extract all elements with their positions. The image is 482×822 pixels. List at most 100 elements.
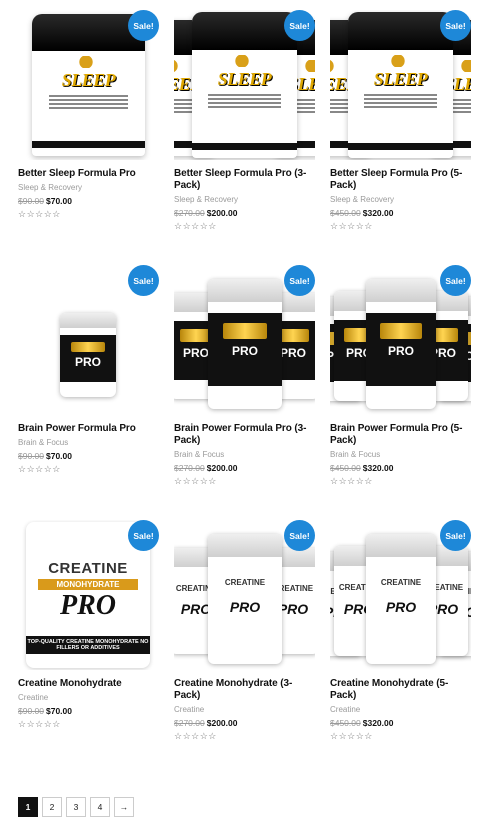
jar-lid [192, 12, 297, 50]
sale-badge: Sale! [284, 265, 315, 296]
original-price: $90.00 [18, 706, 44, 716]
product-card[interactable]: CREATINEPROCREATINEPROCREATINEPROCREATIN… [330, 520, 471, 775]
bottle-cap [366, 534, 436, 558]
product-bottle-image: CREATINE PRO [366, 534, 436, 664]
product-row: SLEEP Sale! Better Sleep Formula Pro Sleep … [18, 10, 478, 265]
product-title[interactable]: Better Sleep Formula Pro (5-Pack) [330, 168, 471, 192]
bottle-gold-stripe [277, 329, 309, 342]
brand-logo-icon [229, 54, 260, 67]
product-title[interactable]: Creatine Monohydrate (3-Pack) [174, 678, 315, 702]
sale-price: $320.00 [362, 463, 394, 473]
label-line [207, 93, 282, 96]
product-title[interactable]: Creatine Monohydrate [18, 678, 159, 690]
product-category[interactable]: Brain & Focus [18, 438, 159, 448]
product-image[interactable]: SLEEPSLEEPSLEEPSale! [174, 10, 315, 160]
page-2-link[interactable]: 2 [42, 797, 62, 817]
product-category[interactable]: Creatine [18, 693, 159, 703]
product-title[interactable]: Better Sleep Formula Pro (3-Pack) [174, 168, 315, 192]
page-1-link[interactable]: 1 [18, 797, 38, 817]
label-line [48, 102, 129, 105]
product-image[interactable]: CREATINEPROCREATINEPROCREATINEPROCREATIN… [330, 520, 471, 670]
page-4-link[interactable]: 4 [90, 797, 110, 817]
product-category[interactable]: Sleep & Recovery [174, 195, 315, 205]
sale-price: $200.00 [206, 208, 238, 218]
star-rating-icon: ☆☆☆☆☆ [18, 464, 61, 474]
brand-logo-icon [174, 60, 189, 73]
sale-badge: Sale! [440, 520, 471, 551]
bottle-cap [208, 534, 282, 558]
product-title[interactable]: Brain Power Formula Pro (5-Pack) [330, 423, 471, 447]
sale-badge: Sale! [128, 520, 159, 551]
product-category[interactable]: Sleep & Recovery [330, 195, 471, 205]
page-3-link[interactable]: 3 [66, 797, 86, 817]
product-price: $90.00 $70.00 [18, 451, 159, 462]
product-image[interactable]: CREATINE PRO CREATINE PRO CREATINE PRO Sale! [174, 520, 315, 670]
product-card[interactable]: PRO Sale! Brain Power Formula Pro Brain & F… [18, 265, 159, 520]
sale-price: $320.00 [362, 718, 394, 728]
jar-band [32, 141, 145, 148]
product-card[interactable]: PROPROPROPROPROSale! Brain Power Formula … [330, 265, 471, 520]
star-rating-icon: ☆☆☆☆☆ [330, 221, 373, 231]
star-rating-icon: ☆☆☆☆☆ [174, 476, 217, 486]
bottle-gold-stripe [180, 329, 212, 342]
product-card[interactable]: SLEEP Sale! Better Sleep Formula Pro Sleep … [18, 10, 159, 265]
original-price: $450.00 [330, 463, 361, 473]
original-price: $270.00 [174, 718, 205, 728]
star-rating-icon: ☆☆☆☆☆ [330, 731, 373, 741]
jar-label-lines [207, 93, 282, 108]
product-category[interactable]: Creatine [174, 705, 315, 715]
product-price: $270.00 $200.00 [174, 718, 315, 729]
product-title[interactable]: Creatine Monohydrate (5-Pack) [330, 678, 471, 702]
product-title[interactable]: Better Sleep Formula Pro [18, 168, 159, 180]
product-image[interactable]: SLEEP Sale! [18, 10, 159, 160]
product-card[interactable]: PRO PRO PRO Sale! Brain Power Formula Pro (3… [174, 265, 315, 520]
product-price: $270.00 $200.00 [174, 208, 315, 219]
label-line [363, 101, 438, 104]
product-card[interactable]: SLEEPSLEEPSLEEPSale! Better Sleep Formula… [330, 10, 471, 265]
original-price: $90.00 [18, 451, 44, 461]
bottle-pro-text: PRO [74, 355, 101, 369]
jar-label-text: SLEEP [61, 69, 116, 90]
bottle-gold-stripe [222, 323, 268, 339]
bottle-pro-text: PRO [229, 599, 261, 615]
product-card[interactable]: CREATINE PRO CREATINE PRO CREATINE PRO Sale! Cr… [174, 520, 315, 775]
product-image[interactable]: PRO PRO PRO Sale! [174, 265, 315, 415]
jar-label-text: SLEEP [217, 68, 272, 89]
sale-badge: Sale! [440, 265, 471, 296]
jar-band [192, 143, 297, 150]
pouch-monohydrate-text: MONOHYDRATE [38, 579, 138, 590]
product-category[interactable]: Creatine [330, 705, 471, 715]
product-image[interactable]: CREATINE MONOHYDRATE PRO TOP-QUALITY CREATI… [18, 520, 159, 670]
sale-price: $70.00 [46, 451, 72, 461]
product-price: $270.00 $200.00 [174, 463, 315, 474]
next-page-arrow-icon[interactable]: → [114, 797, 134, 817]
pouch-creatine-text: CREATINE [48, 560, 128, 577]
sale-badge: Sale! [440, 10, 471, 41]
product-card[interactable]: CREATINE MONOHYDRATE PRO TOP-QUALITY CREATI… [18, 520, 159, 775]
jar-lid [348, 12, 453, 50]
product-image[interactable]: SLEEPSLEEPSLEEPSale! [330, 10, 471, 160]
product-price: $450.00 $320.00 [330, 208, 471, 219]
bottle-cap [366, 279, 436, 303]
product-category[interactable]: Sleep & Recovery [18, 183, 159, 193]
product-jar-image: SLEEP [192, 12, 297, 158]
product-category[interactable]: Brain & Focus [174, 450, 315, 460]
product-image[interactable]: PROPROPROPROPROSale! [330, 265, 471, 415]
product-title[interactable]: Brain Power Formula Pro [18, 423, 159, 435]
brand-logo-icon [456, 60, 471, 73]
original-price: $270.00 [174, 463, 205, 473]
label-line [48, 98, 129, 101]
product-bottle-image: PRO [60, 313, 116, 397]
product-row: PRO Sale! Brain Power Formula Pro Brain & F… [18, 265, 478, 520]
sale-price: $70.00 [46, 196, 72, 206]
star-rating-icon: ☆☆☆☆☆ [18, 719, 61, 729]
product-card[interactable]: SLEEPSLEEPSLEEPSale! Better Sleep Formula… [174, 10, 315, 265]
pagination: 1 2 3 4 → [18, 797, 134, 817]
product-bottle-image: CREATINE PRO [208, 534, 282, 664]
product-title[interactable]: Brain Power Formula Pro (3-Pack) [174, 423, 315, 447]
bottle-creatine-text: CREATINE [224, 578, 266, 588]
label-line [48, 106, 129, 109]
product-jar-image: SLEEP [32, 14, 145, 156]
product-image[interactable]: PRO Sale! [18, 265, 159, 415]
product-category[interactable]: Brain & Focus [330, 450, 471, 460]
